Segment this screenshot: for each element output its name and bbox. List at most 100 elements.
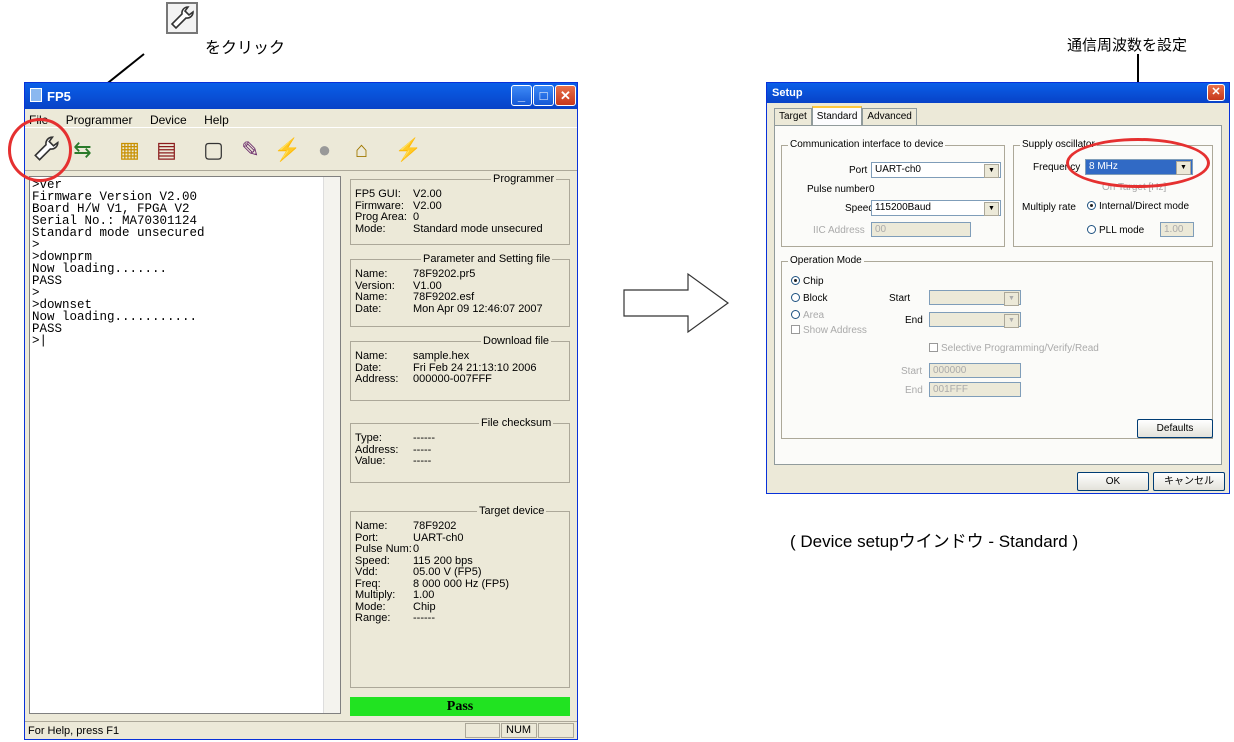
- right-arrow: [623, 272, 730, 334]
- menu-help[interactable]: Help: [204, 113, 229, 127]
- fp5-titlebar: FP5 _ □ ✕: [25, 83, 577, 109]
- target-key: Multiply:: [355, 589, 396, 601]
- download-row: Address: 000000-007FFF: [355, 373, 565, 386]
- target-value: 05.00 V (FP5): [413, 566, 482, 578]
- dialog-caption: ( Device setupウインドウ - Standard ): [790, 532, 1079, 551]
- erase-icon[interactable]: ✎: [234, 133, 267, 166]
- target-row: Pulse Num: 0: [355, 543, 565, 556]
- cancel-button[interactable]: キャンセル: [1153, 472, 1225, 491]
- chip-icon[interactable]: ▦: [113, 133, 146, 166]
- target-key: Name:: [355, 520, 388, 532]
- show-address-check: Show Address: [791, 325, 867, 336]
- target-value: 78F9202: [413, 520, 457, 532]
- start-label: Start: [889, 293, 911, 304]
- programmer-title: Programmer: [491, 173, 557, 185]
- port-value: UART-ch0: [875, 164, 921, 175]
- traffic-light-icon[interactable]: ●: [308, 133, 341, 166]
- checksum-row: Value: -----: [355, 455, 565, 468]
- hex-file-icon[interactable]: ▤: [150, 133, 183, 166]
- setup-titlebar: Setup ✕: [767, 83, 1229, 103]
- auto-icon[interactable]: ⚡: [392, 133, 425, 166]
- console-scrollbar[interactable]: [323, 177, 340, 713]
- iic-label: IIC Address: [813, 225, 865, 236]
- programmer-value: 0: [413, 211, 420, 223]
- checksum-key: Type:: [355, 432, 382, 444]
- port-select[interactable]: UART-ch0 ▼: [871, 162, 1001, 178]
- block-radio[interactable]: Block: [791, 293, 827, 304]
- tab-advanced[interactable]: Advanced: [862, 108, 917, 125]
- close-button[interactable]: ✕: [555, 85, 576, 106]
- chip-radio[interactable]: Chip: [791, 276, 824, 287]
- start-select: ▼: [929, 290, 1021, 306]
- chevron-down-icon: ▼: [984, 202, 999, 216]
- internal-label: Internal/Direct mode: [1099, 201, 1190, 212]
- target-title: Target device: [477, 505, 547, 517]
- chevron-down-icon: ▼: [984, 164, 999, 178]
- param-key: Name:: [355, 268, 388, 280]
- target-row: Vdd: 05.00 V (FP5): [355, 566, 565, 579]
- programmer-row: FP5 GUI: V2.00: [355, 188, 565, 201]
- programmer-row: Mode: Standard mode unsecured: [355, 223, 565, 236]
- setup-tabs: Target Standard Advanced: [774, 106, 917, 125]
- download-row: Name: sample.hex: [355, 350, 565, 363]
- op-mode-title: Operation Mode: [788, 255, 864, 266]
- maximize-button[interactable]: □: [533, 85, 554, 106]
- programmer-value: V2.00: [413, 188, 442, 200]
- ok-button[interactable]: OK: [1077, 472, 1149, 491]
- console-output[interactable]: >ver Firmware Version V2.00 Board H/W V1…: [29, 176, 341, 714]
- target-row: Range: ------: [355, 612, 565, 625]
- target-value: 1.00: [413, 589, 435, 601]
- menu-device[interactable]: Device: [150, 113, 187, 127]
- radio-off-icon: [791, 310, 800, 319]
- selective-check: Selective Programming/Verify/Read: [929, 343, 1099, 354]
- radio-on-icon: [791, 276, 800, 285]
- checksum-value: -----: [413, 455, 432, 467]
- selective-label: Selective Programming/Verify/Read: [941, 343, 1099, 354]
- internal-radio[interactable]: Internal/Direct mode: [1087, 201, 1189, 212]
- end-label: End: [905, 315, 923, 326]
- checksum-key: Value:: [355, 455, 386, 467]
- status-pane-3: [538, 723, 574, 738]
- checksum-value: ------: [413, 432, 435, 444]
- target-row: Name: 78F9202: [355, 520, 565, 533]
- programmer-panel: Programmer FP5 GUI: V2.00 Firmware: V2.00 Pr…: [350, 173, 570, 245]
- target-value: ------: [413, 612, 435, 624]
- toolbar: ⇆ ▦ ▤ ▢ ✎ ⚡ ● ⌂ ⚡: [25, 127, 577, 171]
- status-bar: For Help, press F1 NUM: [25, 721, 577, 739]
- programmer-key: FP5 GUI:: [355, 188, 401, 200]
- end2-field: 001FFF: [929, 382, 1021, 397]
- status-text: For Help, press F1: [28, 725, 120, 737]
- checksum-row: Type: ------: [355, 432, 565, 445]
- setup-close-button[interactable]: ✕: [1207, 84, 1225, 101]
- block-label: Block: [803, 293, 828, 304]
- blank-icon[interactable]: ▢: [197, 133, 230, 166]
- tab-target[interactable]: Target: [774, 108, 812, 125]
- checksum-row: Address: -----: [355, 444, 565, 457]
- target-value: UART-ch0: [413, 531, 464, 544]
- checksum-panel: File checksum Type: ------ Address: ----- Va…: [350, 417, 570, 483]
- menu-programmer[interactable]: Programmer: [66, 113, 133, 127]
- checkbox-icon: [929, 343, 938, 352]
- start2-field: 000000: [929, 363, 1021, 378]
- port-label: Port: [849, 165, 868, 176]
- security-icon[interactable]: ⌂: [345, 133, 378, 166]
- pll-field: 1.00: [1160, 222, 1194, 237]
- programmer-key: Prog Area:: [355, 211, 407, 223]
- speed-value: 115200Baud: [875, 202, 931, 213]
- start2-label: Start: [901, 366, 923, 377]
- defaults-button[interactable]: Defaults: [1137, 419, 1213, 438]
- wrench-icon-callout: [166, 2, 198, 34]
- num-indicator: NUM: [501, 723, 537, 738]
- app-icon: [30, 88, 42, 102]
- speed-select[interactable]: 115200Baud ▼: [871, 200, 1001, 216]
- speed-label: Speed: [845, 203, 874, 214]
- minimize-button[interactable]: _: [511, 85, 532, 106]
- download-key: Name:: [355, 350, 388, 362]
- window-title: FP5: [47, 89, 71, 104]
- chevron-down-icon: ▼: [1004, 314, 1019, 328]
- radio-on-icon: [1087, 201, 1096, 210]
- program-icon[interactable]: ⚡: [271, 133, 304, 166]
- pll-radio[interactable]: PLL mode: [1087, 225, 1144, 236]
- param-row: Date: Mon Apr 09 12:46:07 2007: [355, 303, 565, 316]
- tab-standard[interactable]: Standard: [811, 106, 863, 125]
